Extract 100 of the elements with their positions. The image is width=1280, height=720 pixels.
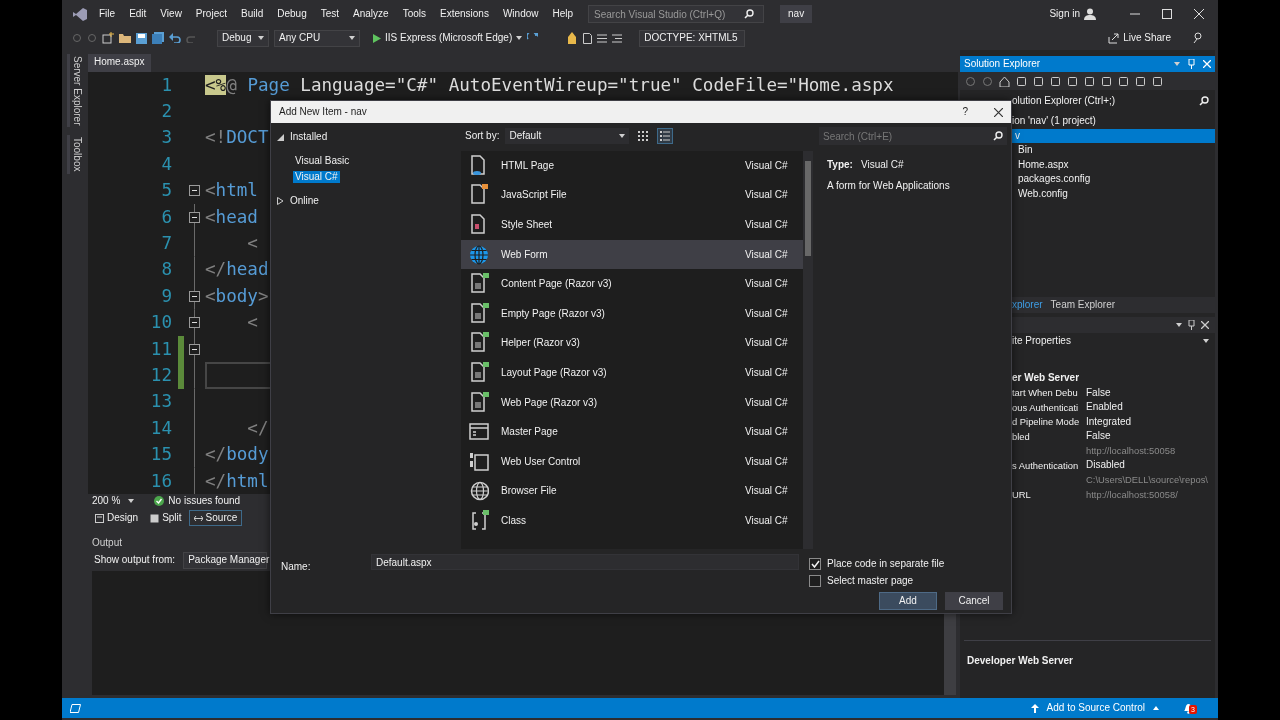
template-item[interactable]: Style Sheet Visual C# bbox=[461, 210, 803, 240]
property-value[interactable]: Enabled bbox=[1086, 401, 1123, 414]
panel-icon bbox=[469, 450, 489, 473]
page-icon[interactable] bbox=[583, 32, 593, 44]
new-project-icon[interactable] bbox=[102, 32, 114, 44]
add-button[interactable]: Add bbox=[879, 592, 937, 610]
zoom-dropdown[interactable]: 200 % bbox=[92, 495, 135, 507]
pin-icon[interactable] bbox=[1188, 320, 1195, 330]
caret-icon bbox=[349, 36, 355, 40]
template-item[interactable]: Class Visual C# bbox=[461, 506, 803, 536]
output-source-dropdown[interactable]: Package Manager bbox=[183, 551, 268, 569]
cancel-button[interactable]: Cancel bbox=[945, 592, 1003, 610]
view-tab[interactable]: Source bbox=[188, 510, 243, 526]
maximize-icon[interactable] bbox=[1162, 9, 1172, 19]
view-tab[interactable]: Design bbox=[90, 510, 144, 526]
sort-dropdown[interactable]: Default bbox=[505, 128, 630, 144]
property-value[interactable]: False bbox=[1086, 430, 1111, 443]
feedback-icon[interactable] bbox=[1192, 32, 1204, 44]
checkbox[interactable] bbox=[809, 574, 821, 587]
template-item[interactable]: Web Page (Razor v3) Visual C# bbox=[461, 387, 803, 418]
template-item[interactable]: Master Page Visual C# bbox=[461, 417, 803, 447]
home-icon[interactable] bbox=[999, 75, 1010, 87]
indent-icon[interactable] bbox=[612, 33, 623, 43]
collapse-icon[interactable] bbox=[189, 317, 200, 329]
tree-item[interactable]: Bin bbox=[1012, 143, 1215, 158]
panel-tab[interactable]: xplorer bbox=[1012, 299, 1043, 311]
tree-item[interactable]: Web.config bbox=[1012, 186, 1215, 201]
source-control-button[interactable]: Add to Source Control bbox=[1030, 702, 1159, 714]
search-input[interactable]: Search Visual Studio (Ctrl+Q) bbox=[589, 6, 745, 22]
template-item[interactable]: Layout Page (Razor v3) Visual C# bbox=[461, 358, 803, 388]
save-icon[interactable] bbox=[136, 32, 147, 44]
menu-item[interactable]: Test bbox=[313, 8, 347, 20]
template-item[interactable]: Web User Control Visual C# bbox=[461, 446, 803, 477]
window-icon[interactable] bbox=[70, 703, 81, 713]
run-button[interactable]: IIS Express (Microsoft Edge) bbox=[373, 32, 523, 44]
template-item[interactable]: HTML Page Visual C# bbox=[461, 151, 803, 181]
view-tab[interactable]: Split bbox=[145, 510, 187, 526]
undo-icon[interactable] bbox=[169, 33, 181, 43]
side-tab[interactable]: Server Explorer bbox=[66, 54, 84, 128]
category-item[interactable]: Online bbox=[288, 195, 321, 207]
line-number: 12 bbox=[149, 364, 172, 387]
configuration-dropdown[interactable]: Debug bbox=[217, 29, 269, 47]
menu-item[interactable]: Tools bbox=[395, 8, 433, 20]
template-item[interactable]: Content Page (Razor v3) Visual C# bbox=[461, 269, 803, 299]
expanded-icon[interactable] bbox=[277, 133, 284, 141]
collapse-icon[interactable] bbox=[189, 343, 200, 355]
template-item[interactable]: Web Form Visual C# bbox=[461, 239, 803, 270]
category-item[interactable]: Visual C# bbox=[293, 171, 340, 183]
lines-icon[interactable] bbox=[597, 33, 608, 43]
menu-item[interactable]: Project bbox=[188, 8, 234, 20]
menu-item[interactable]: Window bbox=[495, 8, 546, 20]
caret-icon bbox=[128, 499, 135, 503]
object-selector[interactable]: ite Properties bbox=[1012, 335, 1071, 347]
folder-icon[interactable] bbox=[119, 33, 131, 43]
help-button[interactable]: ? bbox=[962, 106, 968, 118]
checkbox[interactable] bbox=[809, 557, 821, 570]
menu-item[interactable]: Analyze bbox=[346, 8, 396, 20]
search-icon bbox=[1199, 96, 1209, 106]
tree-item[interactable]: ion 'nav' (1 project) bbox=[1012, 114, 1215, 129]
menu-item[interactable]: Debug bbox=[270, 8, 314, 20]
template-item[interactable]: Empty Page (Razor v3) Visual C# bbox=[461, 298, 803, 329]
menu-item[interactable]: Help bbox=[545, 8, 581, 20]
tree-item[interactable]: Home.aspx bbox=[1012, 157, 1215, 172]
close-icon[interactable] bbox=[994, 107, 1003, 117]
live-share-button[interactable]: Live Share bbox=[1108, 32, 1171, 44]
collapsed-icon[interactable] bbox=[277, 197, 284, 205]
tree-item[interactable]: v bbox=[1012, 128, 1215, 143]
side-tab[interactable]: Toolbox bbox=[66, 135, 84, 174]
logo-icon[interactable] bbox=[72, 6, 88, 22]
search-input[interactable]: Search (Ctrl+E) bbox=[819, 128, 969, 144]
list-view-button[interactable] bbox=[657, 128, 674, 144]
property-value: http://localhost:50058 bbox=[1086, 445, 1176, 457]
property-value[interactable]: False bbox=[1086, 386, 1111, 399]
search-field[interactable]: olution Explorer (Ctrl+;) bbox=[1012, 95, 1116, 107]
search-field[interactable]: Search Visual Studio (Ctrl+Q) bbox=[588, 5, 765, 23]
property-value[interactable]: Integrated bbox=[1086, 415, 1132, 428]
menu-item[interactable]: Build bbox=[234, 8, 271, 20]
menu-item[interactable]: File bbox=[92, 8, 123, 20]
panel-tab[interactable]: Team Explorer bbox=[1050, 299, 1116, 311]
template-item[interactable]: Browser File Visual C# bbox=[461, 476, 803, 507]
menu-item[interactable]: Extensions bbox=[433, 8, 496, 20]
platform-dropdown[interactable]: Any CPU bbox=[274, 29, 360, 47]
property-value[interactable]: Disabled bbox=[1086, 459, 1125, 472]
collapse-icon[interactable] bbox=[189, 185, 200, 197]
template-item[interactable]: Helper (Razor v3) Visual C# bbox=[461, 328, 803, 359]
search-field[interactable]: Search (Ctrl+E) bbox=[819, 127, 1007, 145]
save-all-icon[interactable] bbox=[152, 32, 164, 44]
tree-item[interactable]: packages.config bbox=[1012, 172, 1215, 187]
editor-tab[interactable]: Home.aspx bbox=[88, 54, 151, 72]
category-item[interactable]: Installed bbox=[288, 131, 330, 143]
menu-item[interactable]: Edit bbox=[122, 8, 154, 20]
sign-in-link[interactable]: Sign in bbox=[1049, 8, 1080, 20]
doctype-dropdown[interactable]: DOCTYPE: XHTML5 bbox=[639, 29, 746, 47]
template-item[interactable]: JavaScript File Visual C# bbox=[461, 180, 803, 211]
collapse-icon[interactable] bbox=[189, 211, 200, 223]
collapse-icon[interactable] bbox=[189, 290, 200, 302]
name-field[interactable]: Default.aspx bbox=[371, 554, 799, 570]
menu-item[interactable]: View bbox=[153, 8, 189, 20]
person-icon[interactable] bbox=[1084, 8, 1098, 20]
category-item[interactable]: Visual Basic bbox=[293, 155, 352, 167]
